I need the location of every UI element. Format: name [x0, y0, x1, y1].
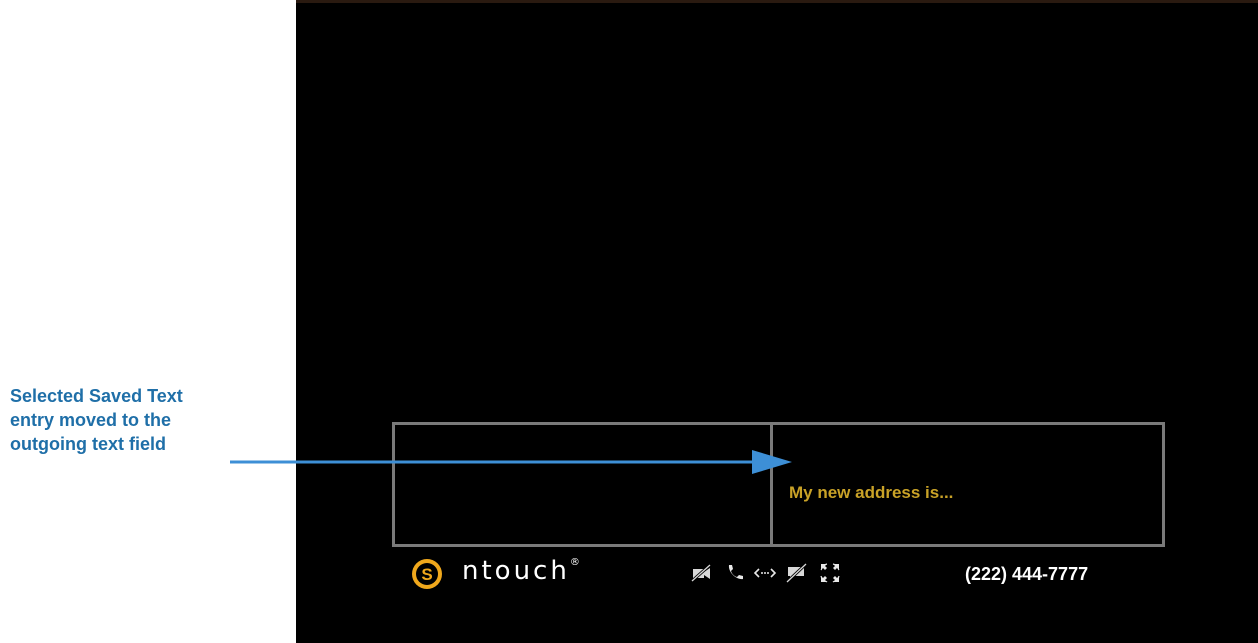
brand-name: ntouch: [462, 556, 570, 586]
fullscreen-icon[interactable]: [818, 561, 842, 585]
outgoing-text-value: My new address is...: [789, 483, 954, 502]
brand-registered-mark: ®: [569, 557, 580, 569]
callout-line-1: Selected Saved Text: [10, 386, 183, 406]
relay-icon[interactable]: [753, 561, 777, 585]
phone-number: (222) 444-7777: [965, 564, 1089, 584]
outgoing-text-field[interactable]: My new address is...: [770, 422, 1165, 547]
video-screen: My new address is... S ntouch® (222) 444…: [296, 3, 1258, 643]
chat-off-icon[interactable]: [785, 561, 809, 585]
callout-line-2: entry moved to the: [10, 410, 172, 430]
sorenson-logo-icon: S: [412, 559, 442, 589]
video-off-icon[interactable]: [690, 561, 714, 585]
text-conversation-area: My new address is...: [392, 422, 1165, 549]
callout-line-3: outgoing text field: [10, 434, 166, 454]
status-bar: S ntouch® (222) 444-7777: [296, 551, 1258, 601]
phone-icon[interactable]: [723, 561, 747, 585]
incoming-text-field: [392, 422, 773, 547]
svg-text:S: S: [421, 565, 432, 584]
ntouch-brand: ntouch®: [462, 556, 580, 586]
annotation-callout: Selected Saved Text entry moved to the o…: [10, 384, 250, 456]
